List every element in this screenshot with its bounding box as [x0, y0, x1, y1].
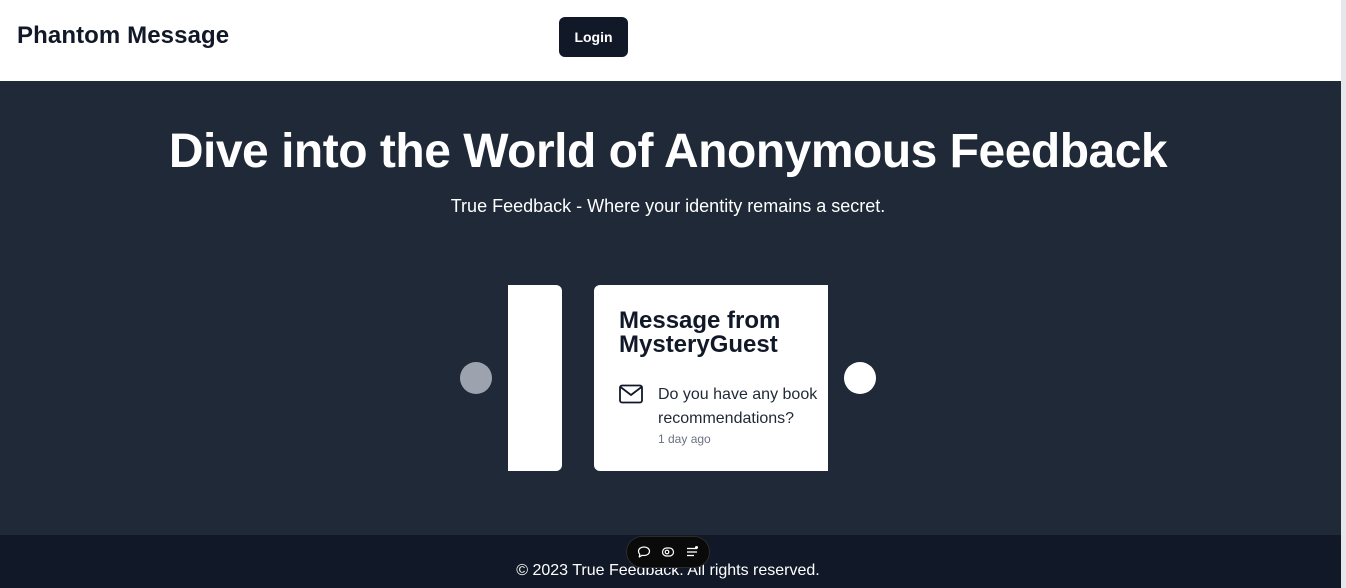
message-card-body: Do you have any book recommendations? 1 …	[619, 383, 828, 446]
login-button[interactable]: Login	[559, 17, 628, 57]
menu-list-icon[interactable]	[685, 545, 699, 559]
message-content: Do you have any book recommendations?	[658, 386, 818, 427]
dev-toolbar	[627, 537, 709, 567]
message-card-title: Message from MysteryGuest	[619, 307, 781, 358]
page-scrollbar[interactable]	[1341, 0, 1346, 588]
site-header: Phantom Message Login	[0, 0, 1341, 81]
hero-title: Dive into the World of Anonymous Feedbac…	[168, 125, 1168, 178]
carousel-card-previous[interactable]	[508, 285, 562, 471]
carousel-previous-button[interactable]	[460, 362, 492, 394]
mail-icon	[619, 384, 643, 404]
hero-subtitle: True Feedback - Where your identity rema…	[450, 196, 886, 216]
carousel-next-button[interactable]	[844, 362, 876, 394]
message-carousel: Message from MysteryGuest Do you have an…	[508, 285, 828, 471]
message-timestamp: 1 day ago	[658, 432, 711, 446]
chat-bubble-icon[interactable]	[637, 545, 651, 559]
brand-title[interactable]: Phantom Message	[17, 22, 229, 50]
message-card[interactable]: Message from MysteryGuest Do you have an…	[594, 285, 828, 471]
eye-toggle-icon[interactable]	[661, 545, 675, 559]
